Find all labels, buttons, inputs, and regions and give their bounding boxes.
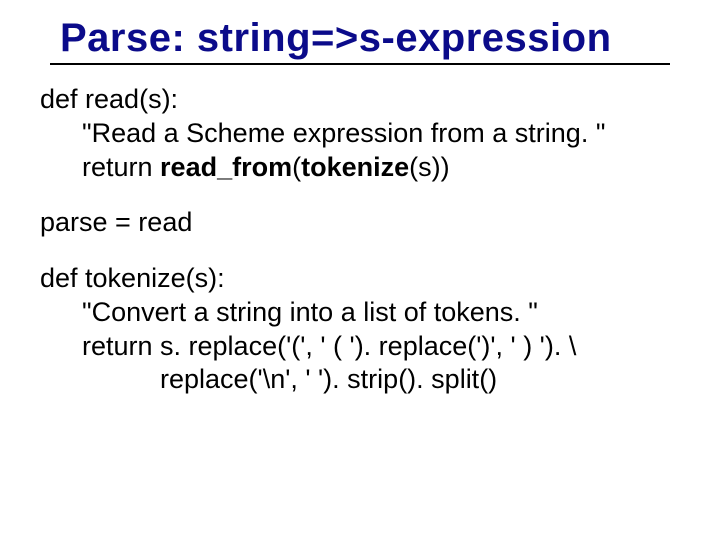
- code-text: return: [82, 152, 160, 182]
- slide-body: def read(s): "Read a Scheme expression f…: [40, 83, 680, 397]
- slide-title: Parse: string=>s-expression: [60, 16, 660, 61]
- code-line: return read_from(tokenize(s)): [40, 151, 680, 185]
- code-line: def tokenize(s):: [40, 262, 680, 296]
- code-line: "Read a Scheme expression from a string.…: [40, 117, 680, 151]
- code-line: return s. replace('(', ' ( '). replace('…: [40, 330, 680, 364]
- code-block-alias: parse = read: [40, 206, 680, 240]
- code-line: def read(s):: [40, 83, 680, 117]
- code-text: (: [292, 152, 301, 182]
- code-line: parse = read: [40, 206, 680, 240]
- code-block-read: def read(s): "Read a Scheme expression f…: [40, 83, 680, 184]
- title-container: Parse: string=>s-expression: [50, 16, 670, 65]
- code-line: replace('\n', ' '). strip(). split(): [40, 363, 680, 397]
- code-text-bold: read_from: [160, 152, 292, 182]
- code-line: "Convert a string into a list of tokens.…: [40, 296, 680, 330]
- code-text: (s)): [409, 152, 449, 182]
- code-text-bold: tokenize: [301, 152, 409, 182]
- code-block-tokenize: def tokenize(s): "Convert a string into …: [40, 262, 680, 397]
- slide: Parse: string=>s-expression def read(s):…: [0, 0, 720, 540]
